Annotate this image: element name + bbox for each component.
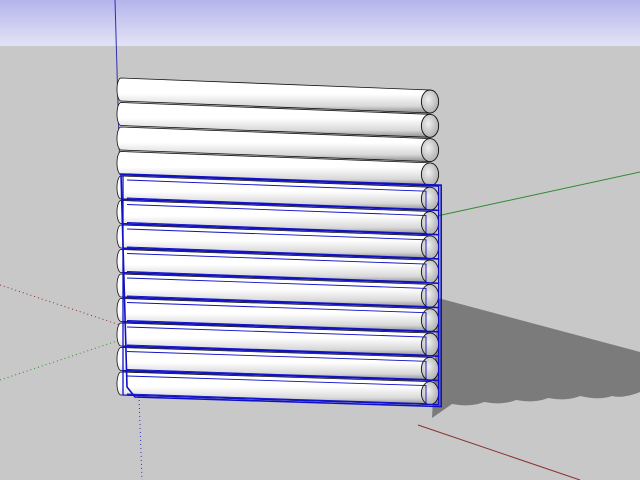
log-end-cap [420, 89, 440, 114]
modeling-viewport[interactable] [0, 0, 640, 480]
sky [0, 0, 640, 46]
log-end-cap [420, 113, 440, 138]
log-end-cap [420, 381, 440, 406]
log-end-cap [420, 138, 440, 163]
log-end-cap [420, 308, 440, 333]
log-end-cap [420, 211, 440, 235]
log-end-cap [420, 332, 440, 357]
log-end-cap [420, 162, 440, 187]
log-end-cap [420, 186, 440, 211]
log-end-cap [420, 356, 440, 381]
log-end-cap [420, 259, 440, 284]
log-end-cap [420, 283, 440, 308]
log-end-cap [420, 235, 440, 260]
